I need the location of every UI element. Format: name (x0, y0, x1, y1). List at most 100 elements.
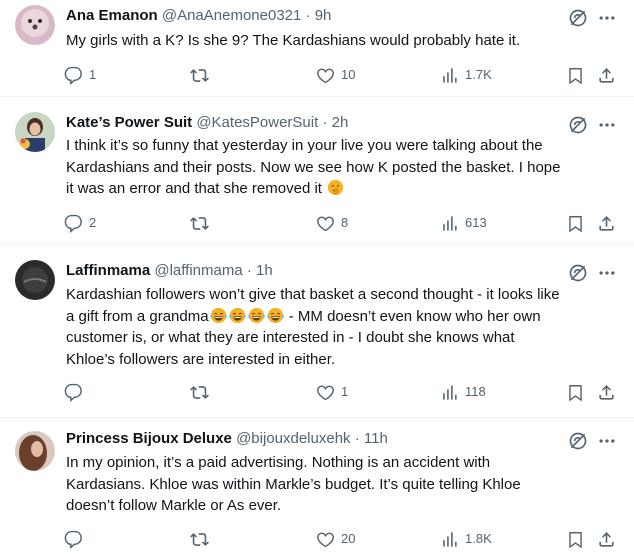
retweet-button[interactable] (190, 64, 215, 86)
reply-icon (64, 66, 83, 85)
tweet-text: My girls with a K? Is she 9? The Kardash… (66, 32, 521, 49)
text-line: customer is, or what they are interested… (66, 329, 515, 346)
grok-icon[interactable] (568, 263, 588, 283)
retweet-icon (190, 383, 209, 402)
retweet-button[interactable] (190, 528, 215, 550)
retweet-button[interactable] (190, 212, 215, 234)
display-name[interactable]: Kate’s Power Suit (66, 114, 192, 131)
view-count: 1.7K (465, 67, 492, 82)
avatar[interactable] (15, 431, 55, 471)
reply-button[interactable] (64, 381, 89, 403)
view-count: 118 (465, 384, 486, 399)
grok-icon[interactable] (568, 115, 588, 135)
bar-chart-icon (440, 383, 459, 402)
laughing-emoji-icon (267, 307, 284, 324)
views-button[interactable]: 118 (440, 381, 486, 403)
text-line: I think it’s so funny that yesterday in … (66, 137, 543, 154)
grok-icon[interactable] (568, 8, 588, 28)
bookmark-icon (566, 214, 585, 233)
more-icon[interactable] (596, 8, 618, 28)
like-button[interactable]: 20 (316, 528, 355, 550)
more-icon[interactable] (596, 263, 618, 283)
timestamp[interactable]: 2h (332, 114, 349, 131)
tweet-header: Laffinmama @laffinmama · 1h (66, 261, 273, 281)
like-count: 10 (341, 67, 356, 82)
like-button[interactable]: 8 (316, 212, 348, 234)
share-button[interactable] (597, 212, 616, 234)
display-name[interactable]: Ana Emanon (66, 7, 158, 24)
reply-count: 2 (89, 215, 97, 230)
share-button[interactable] (597, 381, 616, 403)
like-count: 20 (341, 531, 356, 546)
reply-icon (64, 214, 83, 233)
text-fragment: a gift from a grandma (66, 307, 209, 325)
more-icon[interactable] (596, 115, 618, 135)
timestamp[interactable]: 11h (364, 430, 388, 447)
text-line: a gift from a grandma - MM doesn’t even … (66, 306, 611, 328)
timestamp[interactable]: 1h (256, 262, 273, 279)
like-count: 8 (341, 215, 349, 230)
text-line: Kardashian followers won’t give that bas… (66, 286, 560, 303)
tweet-text: Kardashian followers won’t give that bas… (66, 284, 611, 370)
share-icon (597, 214, 616, 233)
like-button[interactable]: 10 (316, 64, 355, 86)
views-button[interactable]: 1.8K (440, 528, 492, 550)
action-bar: 1 10 1.7K (60, 64, 620, 86)
heart-icon (316, 530, 335, 549)
bookmark-button[interactable] (566, 64, 585, 86)
text-fragment: - MM doesn’t even know who her own (284, 307, 541, 325)
reply-feed: Ana Emanon @AnaAnemone0321 · 9h My girls… (0, 0, 634, 554)
retweet-icon (190, 66, 209, 85)
view-count: 613 (465, 215, 487, 230)
bookmark-button[interactable] (566, 212, 585, 234)
share-icon (597, 383, 616, 402)
retweet-button[interactable] (190, 381, 215, 403)
text-line: Khloe’s followers are interested in eith… (66, 350, 336, 368)
share-button[interactable] (597, 528, 616, 550)
reply-icon (64, 530, 83, 549)
bookmark-button[interactable] (566, 528, 585, 550)
reply-tweet[interactable]: Laffinmama @laffinmama · 1h Kardashian f… (0, 245, 634, 418)
share-button[interactable] (597, 64, 616, 86)
laughing-emoji-icon (248, 307, 265, 324)
more-icon[interactable] (596, 431, 618, 451)
timestamp[interactable]: 9h (315, 7, 332, 24)
avatar[interactable] (15, 112, 55, 152)
laughing-emoji-icon (210, 307, 227, 324)
bookmark-button[interactable] (566, 381, 585, 403)
display-name[interactable]: Princess Bijoux Deluxe (66, 430, 232, 447)
tweet-header: Princess Bijoux Deluxe @bijouxdeluxehk ·… (66, 429, 388, 449)
views-button[interactable]: 613 (440, 212, 487, 234)
text-line: doesn’t follow Markle or As ever. (66, 497, 282, 514)
text-line: Kardashians and their posts. Now we see … (66, 158, 561, 176)
grok-icon[interactable] (568, 431, 588, 451)
reply-button[interactable] (64, 528, 89, 550)
reply-button[interactable]: 1 (64, 64, 96, 86)
display-name[interactable]: Laffinmama (66, 262, 150, 279)
tweet-text: In my opinion, it’s a paid advertising. … (66, 452, 611, 517)
like-button[interactable]: 1 (316, 381, 348, 403)
separator-dot: · (246, 262, 252, 279)
avatar[interactable] (15, 260, 55, 300)
action-bar: 2 8 613 (60, 212, 620, 234)
text-line: Kardasians. Khloe was within Markle’s bu… (66, 475, 521, 493)
reply-tweet[interactable]: Ana Emanon @AnaAnemone0321 · 9h My girls… (0, 0, 634, 97)
heart-icon (316, 214, 335, 233)
reply-tweet[interactable]: Princess Bijoux Deluxe @bijouxdeluxehk ·… (0, 418, 634, 554)
bookmark-icon (566, 383, 585, 402)
text-line: it was an error and that she removed it (66, 178, 611, 200)
user-handle[interactable]: @bijouxdeluxehk (236, 430, 350, 447)
tweet-text: I think it’s so funny that yesterday in … (66, 135, 611, 200)
separator-dot: · (354, 430, 360, 447)
reply-button[interactable]: 2 (64, 212, 96, 234)
reply-count: 1 (89, 67, 97, 82)
text-line: In my opinion, it’s a paid advertising. … (66, 454, 491, 471)
views-button[interactable]: 1.7K (440, 64, 492, 86)
view-count: 1.8K (465, 531, 492, 546)
user-handle[interactable]: @KatesPowerSuit (196, 114, 318, 131)
user-handle[interactable]: @AnaAnemone0321 (162, 7, 302, 24)
bookmark-icon (566, 66, 585, 85)
reply-tweet[interactable]: Kate’s Power Suit @KatesPowerSuit · 2h I… (0, 97, 634, 245)
avatar[interactable] (15, 5, 55, 45)
user-handle[interactable]: @laffinmama (154, 262, 242, 279)
